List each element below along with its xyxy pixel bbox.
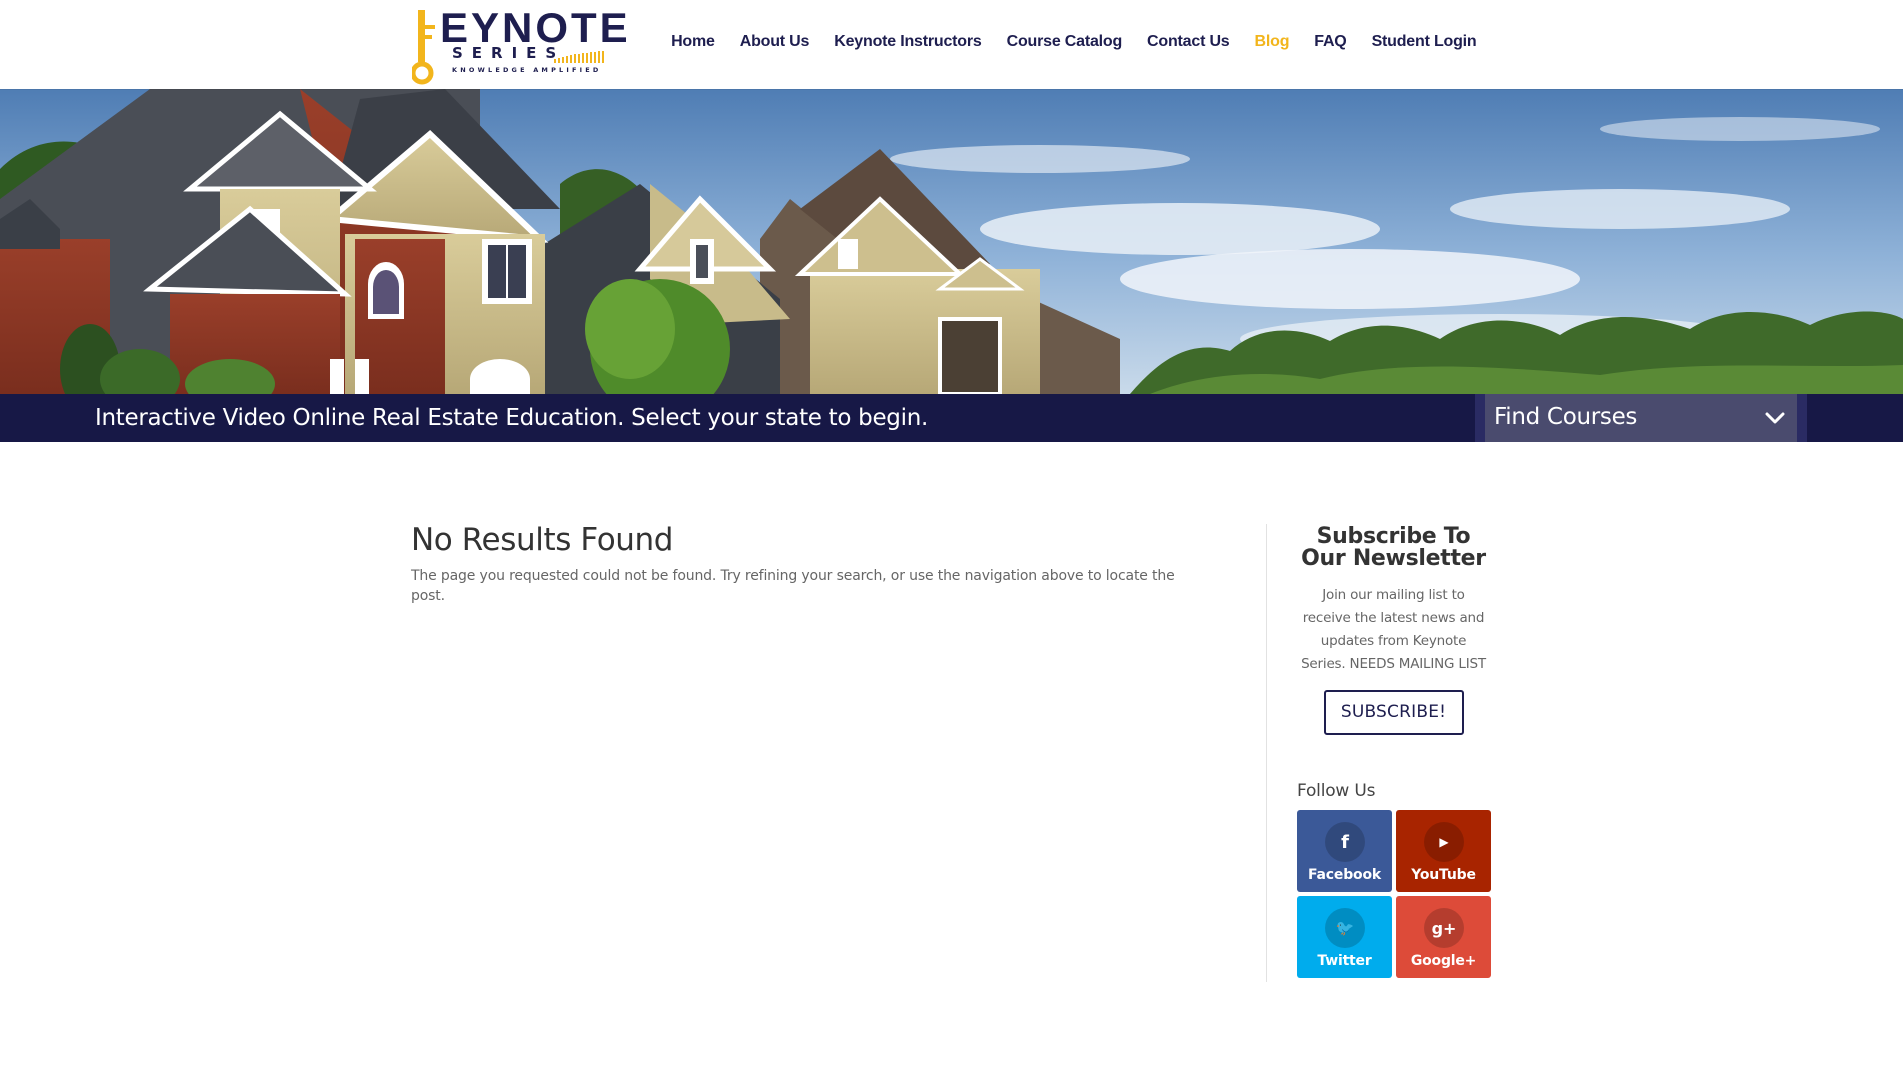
key-logo-icon bbox=[412, 10, 435, 85]
hero-houses-image bbox=[0, 89, 1903, 394]
no-results-message: The page you requested could not be foun… bbox=[411, 568, 1175, 604]
youtube-label: YouTube bbox=[1411, 867, 1476, 883]
logo-tagline: KNOWLEDGE AMPLIFIED bbox=[452, 66, 602, 74]
nav-keynote-instructors[interactable]: Keynote Instructors bbox=[822, 32, 994, 52]
google-plus-icon: g+ bbox=[1424, 908, 1464, 948]
chevron-down-icon bbox=[1765, 412, 1785, 424]
nav-faq[interactable]: FAQ bbox=[1302, 32, 1359, 52]
facebook-icon: f bbox=[1325, 822, 1365, 862]
find-courses-select[interactable]: Find Courses bbox=[1485, 394, 1797, 442]
no-results-title: No Results Found bbox=[411, 522, 674, 558]
nav-student-login[interactable]: Student Login bbox=[1359, 32, 1489, 52]
main-content: No Results Found The page you requested … bbox=[411, 520, 1211, 606]
facebook-button[interactable]: f Facebook bbox=[1297, 810, 1392, 892]
course-search-banner: Interactive Video Online Real Estate Edu… bbox=[0, 394, 1903, 442]
nav-course-catalog[interactable]: Course Catalog bbox=[994, 32, 1134, 52]
newsletter-description: Join our mailing list to receive the lat… bbox=[1301, 587, 1486, 672]
site-header: EYNOTE SERIES KNOWLEDGE AMPLIFIED Home A… bbox=[0, 0, 1903, 89]
logo-series: SERIES bbox=[452, 44, 566, 62]
nav-about-us[interactable]: About Us bbox=[727, 32, 822, 52]
youtube-button[interactable]: ▶ YouTube bbox=[1396, 810, 1491, 892]
nav-home[interactable]: Home bbox=[659, 32, 728, 52]
keynote-series-logo[interactable]: EYNOTE SERIES KNOWLEDGE AMPLIFIED bbox=[412, 5, 628, 85]
nav-contact-us[interactable]: Contact Us bbox=[1135, 32, 1242, 52]
facebook-label: Facebook bbox=[1308, 867, 1381, 883]
sidebar: Subscribe To Our Newsletter Join our mai… bbox=[1297, 524, 1491, 978]
sound-bars-icon bbox=[554, 51, 604, 63]
twitter-label: Twitter bbox=[1317, 953, 1372, 969]
twitter-icon: 🐦 bbox=[1325, 908, 1365, 948]
find-courses-label: Find Courses bbox=[1494, 404, 1638, 430]
follow-us-title: Follow Us bbox=[1297, 781, 1376, 801]
subscribe-button[interactable]: SUBSCRIBE! bbox=[1323, 690, 1464, 735]
google-plus-button[interactable]: g+ Google+ bbox=[1396, 896, 1491, 978]
main-navigation: Home About Us Keynote Instructors Course… bbox=[659, 32, 1489, 52]
youtube-icon: ▶ bbox=[1424, 822, 1464, 862]
newsletter-title: Subscribe To Our Newsletter bbox=[1301, 524, 1486, 571]
sidebar-divider bbox=[1266, 524, 1267, 982]
find-courses-wrapper: Find Courses bbox=[1475, 394, 1807, 442]
google-plus-label: Google+ bbox=[1410, 953, 1477, 969]
banner-tagline: Interactive Video Online Real Estate Edu… bbox=[95, 405, 928, 431]
nav-blog[interactable]: Blog bbox=[1242, 32, 1302, 52]
twitter-button[interactable]: 🐦 Twitter bbox=[1297, 896, 1392, 978]
